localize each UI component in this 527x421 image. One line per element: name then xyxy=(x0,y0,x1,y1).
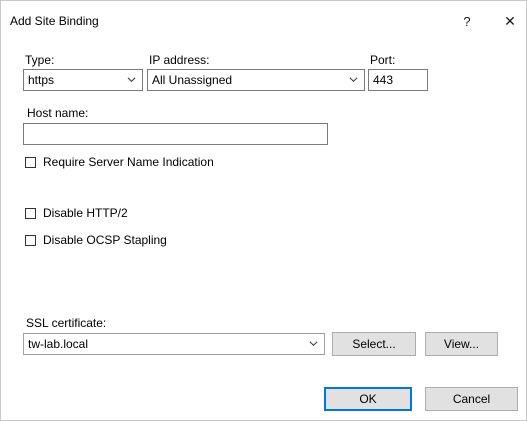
title-bar: Add Site Binding ? ✕ xyxy=(1,1,526,39)
disable-http2-option[interactable]: Disable HTTP/2 xyxy=(25,206,128,220)
dialog-title: Add Site Binding xyxy=(10,14,99,28)
type-value: https xyxy=(28,73,55,87)
host-name-field[interactable] xyxy=(23,123,328,145)
close-icon: ✕ xyxy=(504,12,516,29)
ssl-certificate-dropdown[interactable]: tw-lab.local xyxy=(23,333,325,355)
require-sni-option[interactable]: Require Server Name Indication xyxy=(25,155,214,169)
type-label: Type: xyxy=(25,53,55,67)
ok-button[interactable]: OK xyxy=(324,387,412,411)
select-certificate-button[interactable]: Select... xyxy=(332,332,416,356)
require-sni-checkbox[interactable] xyxy=(25,156,36,168)
ssl-certificate-value: tw-lab.local xyxy=(28,337,89,351)
disable-http2-checkbox[interactable] xyxy=(25,207,36,219)
chevron-down-icon xyxy=(127,77,136,83)
ok-label: OK xyxy=(359,392,377,406)
ssl-certificate-label: SSL certificate: xyxy=(26,316,107,330)
chevron-down-icon xyxy=(349,77,358,83)
view-certificate-button[interactable]: View... xyxy=(425,332,498,356)
question-mark-icon: ? xyxy=(463,13,471,29)
select-certificate-label: Select... xyxy=(352,337,396,351)
cancel-label: Cancel xyxy=(452,392,491,406)
type-dropdown[interactable]: https xyxy=(23,69,143,91)
ip-address-value: All Unassigned xyxy=(152,73,233,87)
port-value: 443 xyxy=(373,73,394,87)
port-label: Port: xyxy=(370,53,396,67)
port-field[interactable]: 443 xyxy=(368,69,428,91)
add-site-binding-dialog: Add Site Binding ? ✕ Type: https IP addr… xyxy=(0,0,527,421)
disable-ocsp-stapling-checkbox[interactable] xyxy=(25,234,36,246)
ip-address-dropdown[interactable]: All Unassigned xyxy=(147,69,365,91)
disable-ocsp-stapling-label: Disable OCSP Stapling xyxy=(43,233,167,247)
close-button[interactable]: ✕ xyxy=(496,9,524,33)
disable-http2-label: Disable HTTP/2 xyxy=(43,206,128,220)
chevron-down-icon xyxy=(309,341,318,347)
help-button[interactable]: ? xyxy=(453,9,481,33)
cancel-button[interactable]: Cancel xyxy=(425,387,518,411)
disable-ocsp-stapling-option[interactable]: Disable OCSP Stapling xyxy=(25,233,167,247)
ip-address-label: IP address: xyxy=(149,53,210,67)
view-certificate-label: View... xyxy=(443,337,480,351)
require-sni-label: Require Server Name Indication xyxy=(43,155,214,169)
host-name-label: Host name: xyxy=(27,106,89,120)
